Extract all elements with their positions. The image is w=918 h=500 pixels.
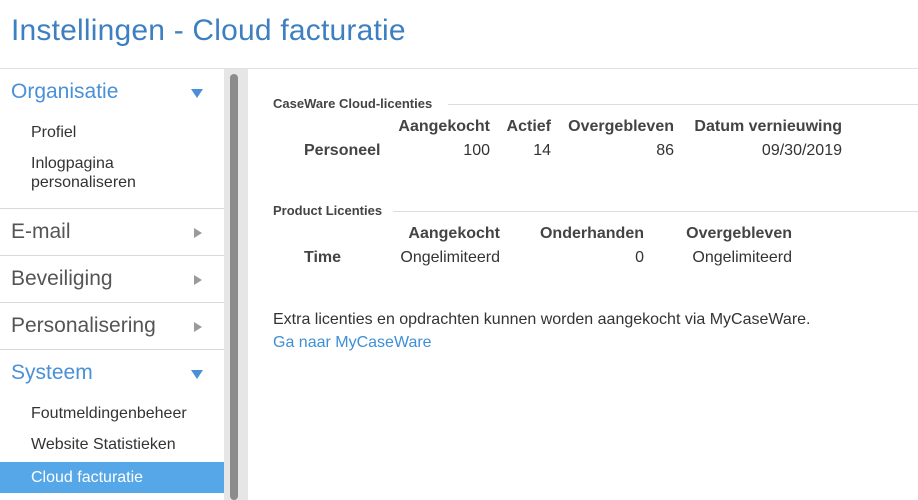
sidebar-scrollbar-thumb[interactable]: [230, 74, 238, 500]
cloud-licenses-title: CaseWare Cloud-licenties: [273, 96, 433, 111]
table-cell: 0: [635, 249, 644, 266]
divider: [393, 211, 918, 212]
table-cell: 14: [533, 142, 551, 159]
sidebar-section-label: Organisatie: [11, 80, 119, 103]
sidebar-item-label: Foutmeldingenbeheer: [31, 405, 187, 422]
chevron-right-icon: [194, 275, 202, 285]
sidebar-header-personalisering[interactable]: Personalisering: [0, 303, 224, 349]
sidebar-section-label: Beveiliging: [11, 267, 113, 290]
table-cell: 86: [656, 142, 674, 159]
main-content: CaseWare Cloud-licenties Aangekocht Acti…: [248, 69, 918, 500]
sidebar-item-website-statistieken[interactable]: Website Statistieken: [0, 431, 224, 459]
table-cell: 100: [463, 142, 490, 159]
row-label: Time: [304, 249, 342, 266]
column-header: Datum vernieuwing: [694, 118, 842, 135]
sidebar-section-email: E-mail: [0, 209, 224, 256]
table-cell: Ongelimiteerd: [692, 249, 792, 266]
sidebar-item-label: Website Statistieken: [31, 436, 176, 453]
sidebar-section-personalisering: Personalisering: [0, 303, 224, 350]
sidebar-item-label: Inlogpagina personaliseren: [31, 155, 136, 191]
table-cell: 09/30/2019: [761, 142, 842, 159]
sidebar-item-cloud-facturatie[interactable]: Cloud facturatie: [0, 462, 224, 493]
sidebar: Organisatie Profiel Inlogpagina personal…: [0, 69, 224, 500]
column-header: Aangekocht: [398, 118, 490, 135]
column-header: Aangekocht: [408, 225, 500, 242]
sidebar-section-label: Systeem: [11, 361, 93, 384]
sidebar-section-label: E-mail: [11, 220, 71, 243]
sidebar-section-beveiliging: Beveiliging: [0, 256, 224, 303]
sidebar-section-label: Personalisering: [11, 314, 156, 337]
chevron-down-icon: [191, 89, 203, 98]
chevron-down-icon: [191, 370, 203, 379]
column-header: Actief: [506, 118, 551, 135]
mycaseware-link[interactable]: Ga naar MyCaseWare: [273, 334, 432, 352]
sidebar-item-profiel[interactable]: Profiel: [0, 119, 224, 145]
column-header: Onderhanden: [539, 225, 644, 242]
column-header: Overgebleven: [686, 225, 792, 242]
table-cell: Ongelimiteerd: [400, 249, 500, 266]
chevron-right-icon: [194, 228, 202, 238]
row-label: Personeel: [304, 142, 381, 159]
sidebar-section-organisatie: Organisatie Profiel Inlogpagina personal…: [0, 69, 224, 209]
sidebar-item-label: Cloud facturatie: [31, 469, 144, 486]
column-header: Overgebleven: [568, 118, 674, 135]
info-text: Extra licenties en opdrachten kunnen wor…: [273, 311, 811, 328]
sidebar-header-email[interactable]: E-mail: [0, 209, 224, 255]
product-licenses-title: Product Licenties: [273, 203, 383, 218]
sidebar-item-inlogpagina[interactable]: Inlogpagina personaliseren: [0, 151, 224, 195]
sidebar-item-foutmeldingenbeheer[interactable]: Foutmeldingenbeheer: [0, 400, 224, 428]
divider: [448, 104, 918, 105]
chevron-right-icon: [194, 322, 202, 332]
sidebar-header-beveiliging[interactable]: Beveiliging: [0, 256, 224, 302]
page-title: Instellingen - Cloud facturatie: [11, 14, 406, 47]
sidebar-header-systeem[interactable]: Systeem: [0, 350, 224, 396]
page-header: Instellingen - Cloud facturatie: [0, 0, 918, 69]
sidebar-header-organisatie[interactable]: Organisatie: [0, 69, 224, 115]
sidebar-item-label: Profiel: [31, 124, 77, 141]
sidebar-section-systeem: Systeem Foutmeldingenbeheer Website Stat…: [0, 350, 224, 500]
